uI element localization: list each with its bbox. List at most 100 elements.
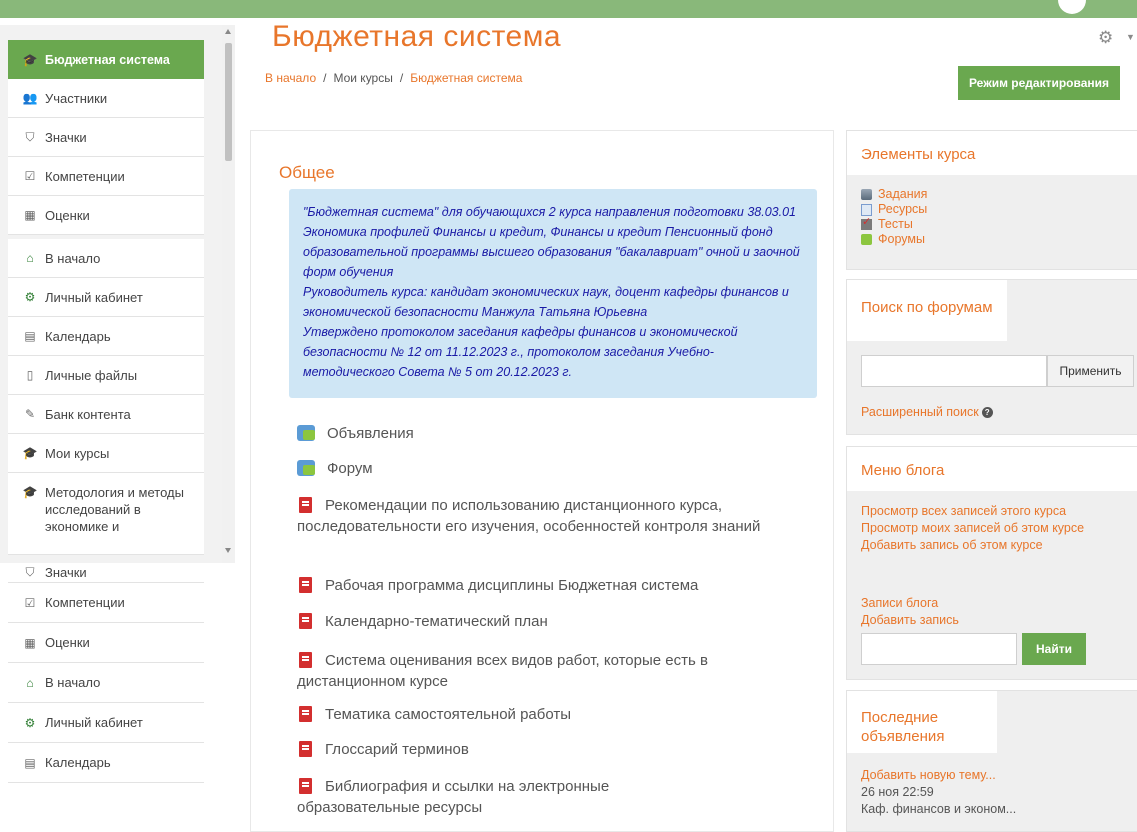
nav-item-calendar[interactable]: ▤ Календарь xyxy=(8,743,204,783)
element-tasks[interactable]: Задания xyxy=(861,187,1123,202)
course-elements-list: Задания Ресурсы Тесты Форумы xyxy=(847,175,1137,247)
scroll-up-icon[interactable] xyxy=(225,29,231,34)
element-label[interactable]: Задания xyxy=(878,187,927,202)
advanced-search-label[interactable]: Расширенный поиск xyxy=(861,405,979,419)
blog-links-secondary: Записи блога Добавить запись xyxy=(861,595,959,629)
news-date: 26 ноя 22:59 xyxy=(861,785,934,799)
element-tests[interactable]: Тесты xyxy=(861,215,1123,232)
news-author: Каф. финансов и эконом... xyxy=(861,802,1017,816)
add-topic-link[interactable]: Добавить новую тему... xyxy=(861,767,1016,784)
chevron-down-icon[interactable]: ▼ xyxy=(1126,32,1135,42)
user-avatar[interactable] xyxy=(1058,0,1086,14)
pdf-icon xyxy=(299,652,312,668)
gear-icon[interactable]: ⚙ xyxy=(1098,28,1113,48)
activity-label[interactable]: Система оценивания всех видов работ, кот… xyxy=(297,650,757,692)
nav-item-course-methodology[interactable]: 🎓 Методология и методы исследований в эко… xyxy=(8,473,204,555)
nav-item-label: Личный кабинет xyxy=(45,289,143,305)
nav-item-label: Личный кабинет xyxy=(45,715,143,730)
nav-item-dashboard[interactable]: ⚙ Личный кабинет xyxy=(8,703,204,743)
element-label[interactable]: Тесты xyxy=(878,217,913,232)
nav-item-course[interactable]: 🎓 Бюджетная система xyxy=(8,40,204,79)
nav-item-competencies[interactable]: ☑ Компетенции xyxy=(8,583,204,623)
pdf-icon xyxy=(299,706,312,722)
dashboard-icon: ⚙ xyxy=(24,290,36,304)
activity-label[interactable]: Библиография и ссылки на электронные обр… xyxy=(297,776,657,818)
nav-scrollbar[interactable] xyxy=(222,25,235,563)
element-label[interactable]: Форумы xyxy=(878,232,925,247)
course-info-text: "Бюджетная система" для обучающихся 2 ку… xyxy=(303,205,800,279)
forum-search-input[interactable] xyxy=(861,355,1047,387)
breadcrumb-my-courses[interactable]: Мои курсы xyxy=(333,71,392,85)
course-info-supervisor: Руководитель курса: кандидат экономическ… xyxy=(303,285,789,319)
graduation-cap-icon: 🎓 xyxy=(22,52,38,67)
activity-label[interactable]: Календарно-тематический план xyxy=(297,611,548,632)
blog-view-mine-link[interactable]: Просмотр моих записей об этом курсе xyxy=(861,520,1084,537)
activity-label[interactable]: Глоссарий терминов xyxy=(297,739,469,760)
nav-item-home[interactable]: ⌂ В начало xyxy=(8,239,204,278)
graduation-cap-icon: 🎓 xyxy=(22,485,38,499)
forum-icon xyxy=(297,460,315,476)
activity-grading-system[interactable]: Система оценивания всех видов работ, кот… xyxy=(297,650,787,692)
breadcrumb-current[interactable]: Бюджетная система xyxy=(410,71,522,85)
blog-add-course-entry-link[interactable]: Добавить запись об этом курсе xyxy=(861,537,1084,554)
nav-item-label: Личные файлы xyxy=(45,367,138,383)
calendar-icon: ▤ xyxy=(24,755,36,770)
activity-work-program[interactable]: Рабочая программа дисциплины Бюджетная с… xyxy=(297,575,797,596)
blog-search-input[interactable] xyxy=(861,633,1017,665)
activity-self-study-topics[interactable]: Тематика самостоятельной работы xyxy=(297,704,797,725)
nav-item-my-courses[interactable]: 🎓 Мои курсы xyxy=(8,434,204,473)
activity-label[interactable]: Рабочая программа дисциплины Бюджетная с… xyxy=(297,575,698,596)
element-resources[interactable]: Ресурсы xyxy=(861,202,1123,217)
nav-item-label: Календарь xyxy=(45,328,111,344)
activity-forum[interactable]: Форум xyxy=(297,458,797,479)
breadcrumb-separator: / xyxy=(323,71,327,85)
blog-add-entry-link[interactable]: Добавить запись xyxy=(861,612,959,629)
breadcrumb-home[interactable]: В начало xyxy=(265,71,316,85)
help-icon[interactable]: ? xyxy=(981,407,993,419)
edit-mode-button[interactable]: Режим редактирования xyxy=(958,66,1120,100)
nav-item-private-files[interactable]: ▯ Личные файлы xyxy=(8,356,204,395)
blog-view-all-link[interactable]: Просмотр всех записей этого курса xyxy=(861,503,1084,520)
nav-item-competencies[interactable]: ☑ Компетенции xyxy=(8,157,204,196)
nav-list: 🎓 Бюджетная система 👥 Участники ⛉ Значки ☑ К… xyxy=(8,40,204,555)
page-title: Бюджетная система xyxy=(272,20,562,53)
course-info-box: "Бюджетная система" для обучающихся 2 ку… xyxy=(289,189,817,398)
home-icon: ⌂ xyxy=(26,251,34,265)
users-icon: 👥 xyxy=(22,91,38,105)
activity-recommendations[interactable]: Рекомендации по использованию дистанцион… xyxy=(297,495,787,537)
nav-item-label: Участники xyxy=(45,90,108,106)
nav-item-label: Оценки xyxy=(45,207,90,223)
nav-item-home[interactable]: ⌂ В начало xyxy=(8,663,204,703)
activity-calendar-plan[interactable]: Календарно-тематический план xyxy=(297,611,797,632)
activity-label[interactable]: Рекомендации по использованию дистанцион… xyxy=(297,495,767,537)
nav-item-badges[interactable]: ⛉ Значки xyxy=(8,563,204,583)
activity-announcements[interactable]: Объявления xyxy=(297,423,797,444)
advanced-search-link[interactable]: Расширенный поиск? xyxy=(861,404,993,421)
activity-bibliography[interactable]: Библиография и ссылки на электронные обр… xyxy=(297,776,677,818)
nav-item-grades[interactable]: ▦ Оценки xyxy=(8,623,204,663)
nav-item-participants[interactable]: 👥 Участники xyxy=(8,79,204,118)
nav-item-label: Мои курсы xyxy=(45,445,110,461)
element-forums[interactable]: Форумы xyxy=(861,232,1123,247)
activity-glossary[interactable]: Глоссарий терминов xyxy=(297,739,797,760)
apply-button[interactable]: Применить xyxy=(1047,355,1134,387)
nav-item-calendar[interactable]: ▤ Календарь xyxy=(8,317,204,356)
shield-icon: ⛉ xyxy=(25,565,35,579)
scrollbar-thumb[interactable] xyxy=(225,43,232,161)
find-button[interactable]: Найти xyxy=(1022,633,1086,665)
course-info-approval: Утверждено протоколом заседания кафедры … xyxy=(303,325,738,379)
nav-item-label: Компетенции xyxy=(45,595,125,610)
nav-item-label: В начало xyxy=(45,675,101,690)
activity-label[interactable]: Тематика самостоятельной работы xyxy=(297,704,571,725)
section-title: Общее xyxy=(279,163,335,182)
nav-item-grades[interactable]: ▦ Оценки xyxy=(8,196,204,235)
blog-entries-link[interactable]: Записи блога xyxy=(861,595,959,612)
pdf-icon xyxy=(299,741,312,757)
pdf-icon xyxy=(299,497,312,513)
nav-item-content-bank[interactable]: ✎ Банк контента xyxy=(8,395,204,434)
nav-item-dashboard[interactable]: ⚙ Личный кабинет xyxy=(8,278,204,317)
checkbox-icon: ☑ xyxy=(24,595,36,610)
nav-item-badges[interactable]: ⛉ Значки xyxy=(8,118,204,157)
scroll-down-icon[interactable] xyxy=(225,548,231,553)
element-label[interactable]: Ресурсы xyxy=(878,202,927,217)
